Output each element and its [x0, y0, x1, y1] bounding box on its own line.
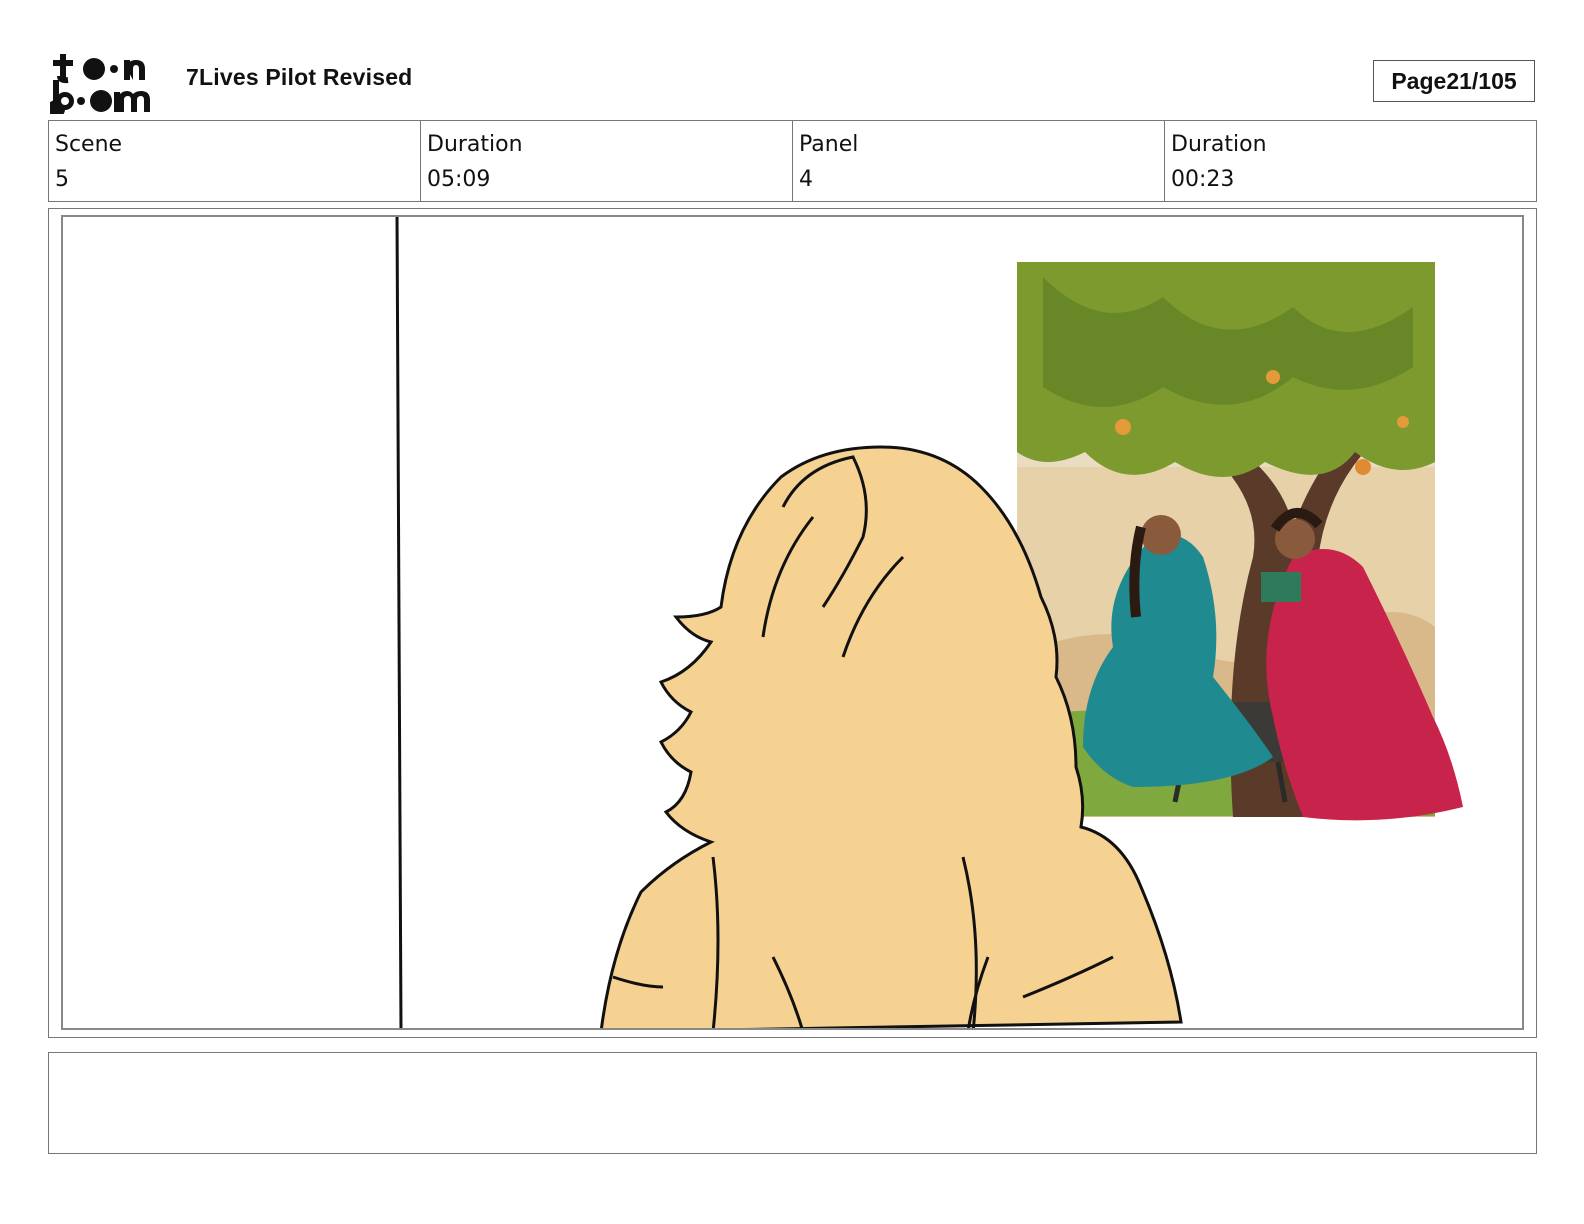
panel-duration-cell: Duration 00:23	[1165, 121, 1536, 201]
scene-duration-value: 05:09	[427, 167, 491, 192]
panel-notes-box[interactable]	[48, 1052, 1537, 1154]
scene-duration-label: Duration	[427, 132, 523, 157]
toon-boom-logo	[47, 50, 166, 118]
project-title: 7Lives Pilot Revised	[186, 64, 413, 90]
scene-duration-cell: Duration 05:09	[421, 121, 793, 201]
scene-value: 5	[55, 167, 69, 192]
panel-label: Panel	[799, 132, 859, 157]
panel-cell: Panel 4	[793, 121, 1165, 201]
panel-value: 4	[799, 167, 813, 192]
panel-image-area	[61, 215, 1524, 1030]
wall-painting	[1017, 262, 1463, 821]
wall-edge-line	[395, 217, 403, 1028]
panel-duration-label: Duration	[1171, 132, 1267, 157]
page-label: Page	[1391, 67, 1447, 94]
panel-frame	[48, 208, 1537, 1038]
scene-label: Scene	[55, 132, 123, 157]
panel-duration-value: 00:23	[1171, 167, 1235, 192]
storyboard-drawing	[395, 217, 1463, 1028]
scene-cell: Scene 5	[49, 121, 421, 201]
page-indicator: Page 21/105	[1373, 60, 1535, 102]
scene-info-table: Scene 5 Duration 05:09 Panel 4 Duration …	[48, 120, 1537, 202]
page-number: 21/105	[1446, 67, 1517, 94]
